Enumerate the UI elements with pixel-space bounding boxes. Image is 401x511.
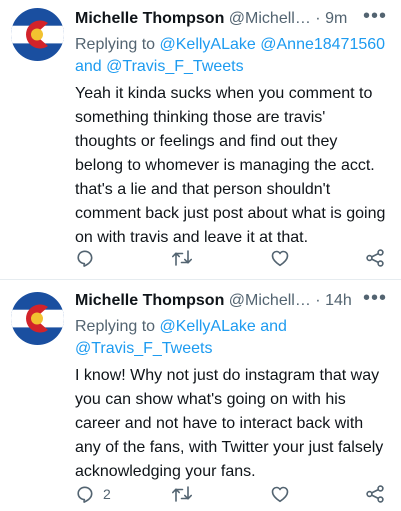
replying-to: Replying to @KellyALake @Anne18471560 an… bbox=[75, 34, 387, 78]
colorado-flag-avatar bbox=[11, 292, 64, 345]
tweet-text: Yeah it kinda sucks when you comment to … bbox=[75, 85, 386, 246]
mention-connector: and bbox=[75, 58, 102, 75]
tweet-header: Michelle Thompson @Michell… · 14h ••• bbox=[75, 288, 387, 313]
mention-link[interactable]: @Travis_F_Tweets bbox=[75, 340, 212, 357]
separator: · bbox=[315, 10, 321, 27]
tweet-actions bbox=[75, 246, 391, 270]
tweet-header: Michelle Thompson @Michell… · 9m ••• bbox=[75, 6, 387, 31]
like-button[interactable] bbox=[270, 482, 290, 506]
reply-button[interactable]: 2 bbox=[75, 482, 111, 506]
mention-link[interactable]: @KellyALake bbox=[160, 36, 256, 53]
replying-label: Replying to bbox=[75, 36, 160, 53]
separator: · bbox=[315, 292, 321, 309]
share-icon bbox=[366, 249, 384, 267]
reply-icon bbox=[77, 250, 93, 267]
mention-connector: and bbox=[260, 318, 287, 335]
reply-count: 2 bbox=[103, 486, 111, 502]
retweet-icon bbox=[172, 486, 192, 502]
share-button[interactable] bbox=[365, 246, 385, 270]
share-icon bbox=[366, 485, 384, 503]
mention-link[interactable]: @Anne18471560 bbox=[260, 36, 385, 53]
tweet-actions: 2 bbox=[75, 482, 391, 506]
timestamp[interactable]: 9m bbox=[325, 10, 347, 27]
tweet-1[interactable]: Michelle Thompson @Michell… · 9m ••• Rep… bbox=[0, 0, 401, 280]
reply-icon bbox=[77, 486, 93, 503]
share-button[interactable] bbox=[365, 482, 385, 506]
user-handle[interactable]: @Michell… bbox=[229, 292, 311, 309]
tweet-body: Michelle Thompson @Michell… · 9m ••• Rep… bbox=[75, 6, 387, 250]
user-handle[interactable]: @Michell… bbox=[229, 10, 311, 27]
retweet-button[interactable] bbox=[171, 482, 193, 506]
avatar[interactable] bbox=[11, 8, 64, 61]
reply-button[interactable] bbox=[75, 246, 103, 270]
more-icon[interactable]: ••• bbox=[363, 6, 387, 26]
display-name[interactable]: Michelle Thompson bbox=[75, 10, 224, 27]
replying-to: Replying to @KellyALake and @Travis_F_Tw… bbox=[75, 316, 387, 360]
retweet-icon bbox=[172, 250, 192, 266]
like-icon bbox=[271, 250, 289, 267]
retweet-button[interactable] bbox=[171, 246, 193, 270]
mention-link[interactable]: @Travis_F_Tweets bbox=[106, 58, 243, 75]
tweet-text: I know! Why not just do instagram that w… bbox=[75, 367, 384, 480]
like-button[interactable] bbox=[270, 246, 290, 270]
replying-label: Replying to bbox=[75, 318, 160, 335]
mention-link[interactable]: @KellyALake bbox=[160, 318, 256, 335]
avatar[interactable] bbox=[11, 292, 64, 345]
like-icon bbox=[271, 486, 289, 503]
timestamp[interactable]: 14h bbox=[325, 292, 352, 309]
colorado-flag-avatar bbox=[11, 8, 64, 61]
tweet-body: Michelle Thompson @Michell… · 14h ••• Re… bbox=[75, 288, 387, 484]
display-name[interactable]: Michelle Thompson bbox=[75, 292, 224, 309]
more-icon[interactable]: ••• bbox=[363, 288, 387, 308]
